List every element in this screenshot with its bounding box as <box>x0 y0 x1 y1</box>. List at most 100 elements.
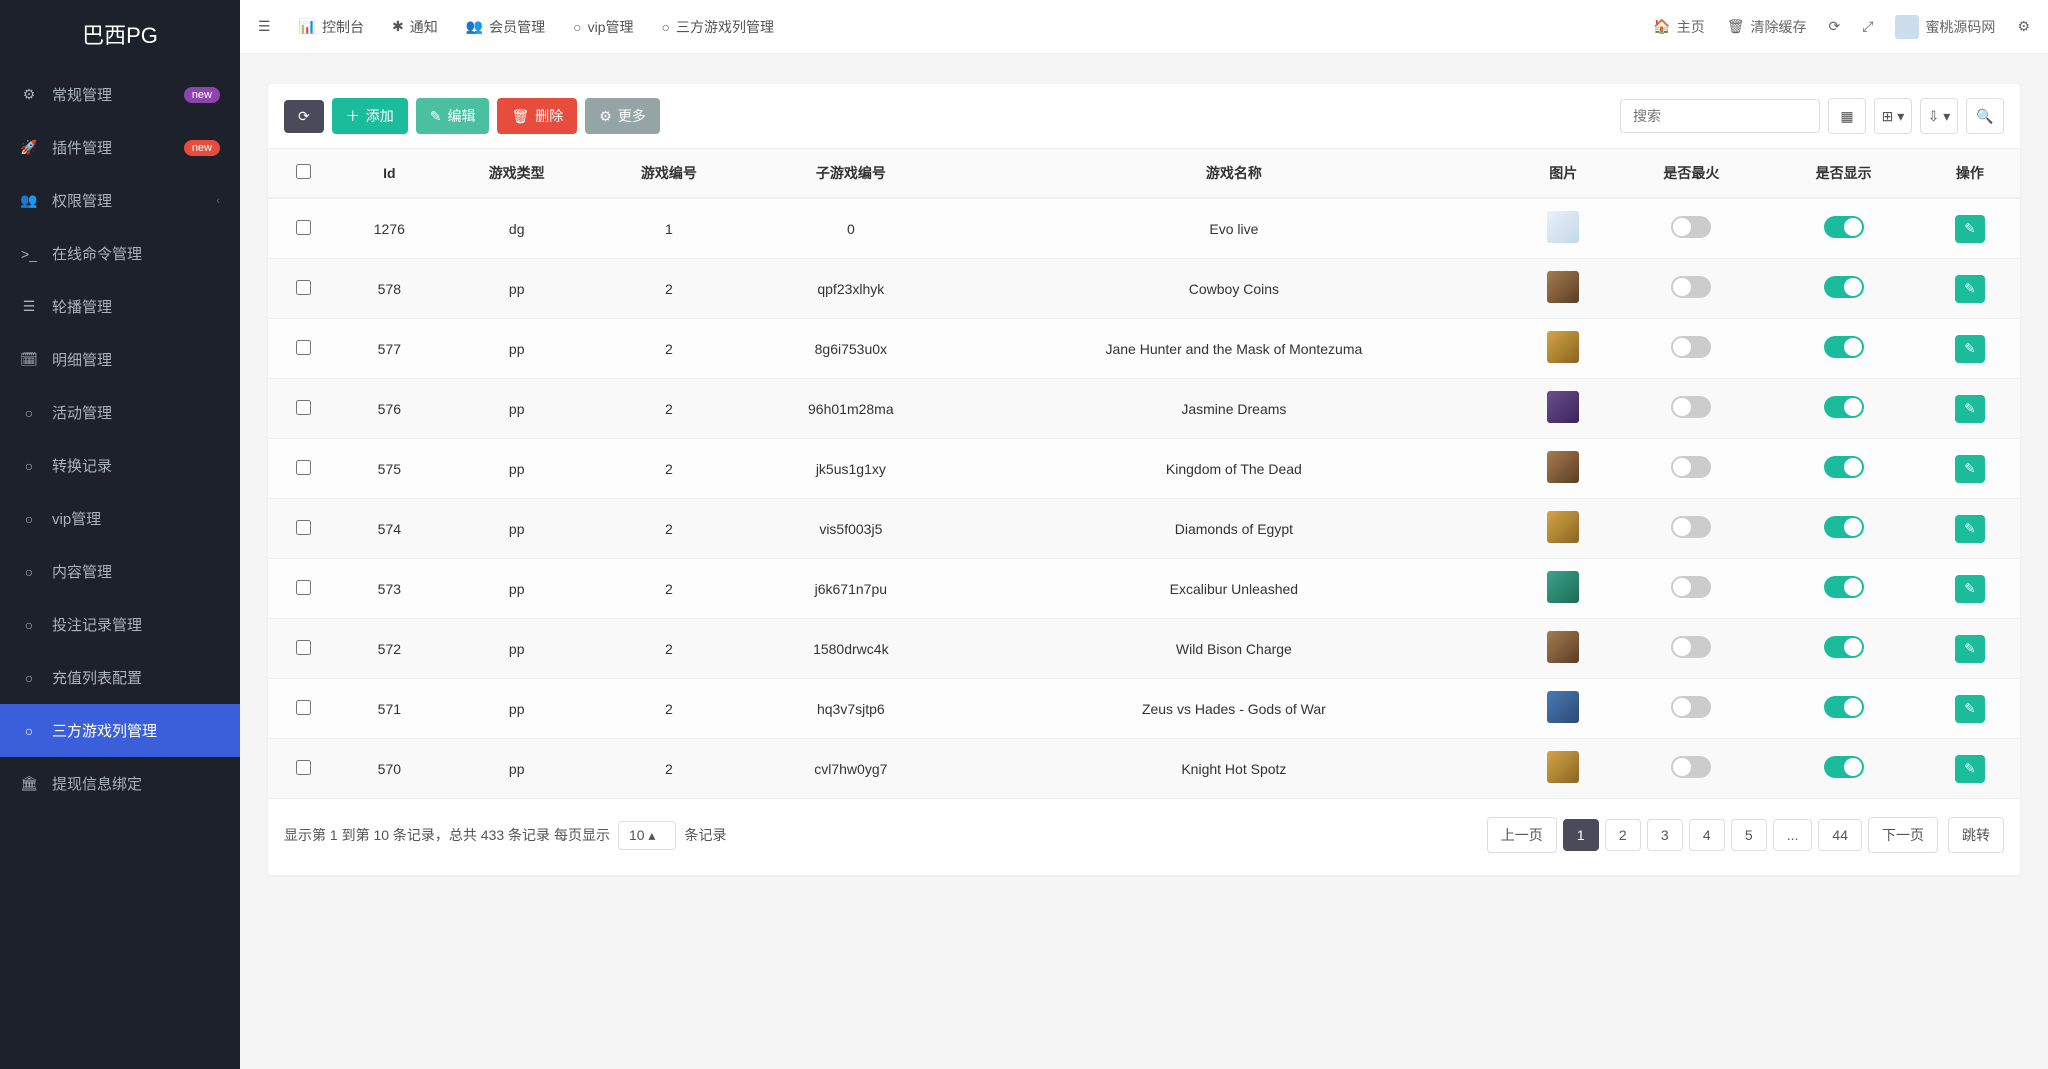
row-edit-button[interactable]: ✎ <box>1955 335 1985 363</box>
show-toggle[interactable] <box>1824 576 1864 598</box>
toolbar-icon-button[interactable]: ⊞ ▾ <box>1874 98 1912 134</box>
row-checkbox[interactable] <box>296 220 311 235</box>
sidebar-item[interactable]: 🗓明细管理 <box>0 333 240 386</box>
row-edit-button[interactable]: ✎ <box>1955 215 1985 243</box>
sidebar-item[interactable]: ○投注记录管理 <box>0 598 240 651</box>
topnav-right-item[interactable]: 🗑清除缓存 <box>1727 17 1807 37</box>
page-link[interactable]: 下一页 <box>1868 817 1938 853</box>
sidebar-item[interactable]: ☰轮播管理 <box>0 280 240 333</box>
row-checkbox[interactable] <box>296 640 311 655</box>
topnav-icon: ○ <box>662 19 670 35</box>
sidebar-item[interactable]: ⚙常规管理new <box>0 68 240 121</box>
topnav-right-item[interactable]: 🏠主页 <box>1653 17 1704 37</box>
cell-name: Knight Hot Spotz <box>957 739 1512 799</box>
show-toggle[interactable] <box>1824 696 1864 718</box>
row-checkbox[interactable] <box>296 760 311 775</box>
page-link[interactable]: 1 <box>1563 819 1599 851</box>
row-edit-button[interactable]: ✎ <box>1955 695 1985 723</box>
row-checkbox[interactable] <box>296 280 311 295</box>
refresh-button[interactable]: ⟳ <box>284 100 324 133</box>
show-toggle[interactable] <box>1824 396 1864 418</box>
page-link[interactable]: 3 <box>1647 819 1683 851</box>
hot-toggle[interactable] <box>1671 756 1711 778</box>
page-link[interactable]: 2 <box>1605 819 1641 851</box>
sidebar-item[interactable]: ○内容管理 <box>0 545 240 598</box>
cell-gnum: 2 <box>593 499 745 559</box>
topnav-right-item[interactable]: ⟳ <box>1829 17 1841 37</box>
hot-toggle[interactable] <box>1671 456 1711 478</box>
cell-name: Kingdom of The Dead <box>957 439 1512 499</box>
row-edit-button[interactable]: ✎ <box>1955 455 1985 483</box>
row-checkbox[interactable] <box>296 580 311 595</box>
show-toggle[interactable] <box>1824 756 1864 778</box>
row-checkbox[interactable] <box>296 400 311 415</box>
search-input[interactable] <box>1620 99 1820 133</box>
caret-up-icon: ▴ <box>648 827 655 843</box>
row-checkbox[interactable] <box>296 340 311 355</box>
page-link[interactable]: 5 <box>1731 819 1767 851</box>
user-menu[interactable]: 蜜桃源码网 <box>1895 15 1995 39</box>
page-size-select[interactable]: 10 ▴ <box>618 821 677 850</box>
show-toggle[interactable] <box>1824 636 1864 658</box>
settings-icon[interactable]: ⚙ <box>2017 18 2030 35</box>
nav-icon: ○ <box>20 617 38 633</box>
row-edit-button[interactable]: ✎ <box>1955 755 1985 783</box>
add-button[interactable]: ＋添加 <box>332 98 408 134</box>
sidebar-item[interactable]: ○三方游戏列管理 <box>0 704 240 757</box>
edit-button[interactable]: ✎编辑 <box>416 98 490 134</box>
row-edit-button[interactable]: ✎ <box>1955 635 1985 663</box>
hot-toggle[interactable] <box>1671 216 1711 238</box>
hot-toggle[interactable] <box>1671 336 1711 358</box>
sidebar-item[interactable]: 👥权限管理‹ <box>0 174 240 227</box>
topnav-item[interactable]: 📊控制台 <box>299 17 364 37</box>
hot-toggle[interactable] <box>1671 276 1711 298</box>
row-checkbox[interactable] <box>296 520 311 535</box>
topnav-left: ☰ 📊控制台 ✱通知 👥会员管理 ○vip管理 ○三方游戏列管理 <box>258 17 774 37</box>
toolbar-icon-button[interactable]: ▦ <box>1828 98 1866 134</box>
hot-toggle[interactable] <box>1671 576 1711 598</box>
topnav-right-item[interactable]: ⤢ <box>1862 17 1873 37</box>
nav-label: 转换记录 <box>52 455 220 476</box>
sidebar-item[interactable]: ○vip管理 <box>0 492 240 545</box>
jump-button[interactable]: 跳转 <box>1948 817 2004 853</box>
nav-label: 权限管理 <box>52 190 216 211</box>
sidebar-item[interactable]: 🚀插件管理new <box>0 121 240 174</box>
hot-toggle[interactable] <box>1671 396 1711 418</box>
hot-toggle[interactable] <box>1671 696 1711 718</box>
hot-toggle[interactable] <box>1671 516 1711 538</box>
sidebar-item[interactable]: ○活动管理 <box>0 386 240 439</box>
show-toggle[interactable] <box>1824 276 1864 298</box>
show-toggle[interactable] <box>1824 456 1864 478</box>
table-footer: 显示第 1 到第 10 条记录，总共 433 条记录 每页显示 10 ▴ 条记录… <box>268 799 2020 875</box>
toolbar-icon-button[interactable]: 🔍 <box>1966 98 2004 134</box>
more-button[interactable]: ⚙更多 <box>585 98 660 134</box>
row-edit-button[interactable]: ✎ <box>1955 575 1985 603</box>
topnav-item[interactable]: 👥会员管理 <box>466 17 545 37</box>
app-title: 巴西PG <box>0 0 240 68</box>
topnav-item[interactable]: ○三方游戏列管理 <box>662 17 774 37</box>
show-toggle[interactable] <box>1824 216 1864 238</box>
row-checkbox[interactable] <box>296 700 311 715</box>
hamburger-icon[interactable]: ☰ <box>258 18 271 35</box>
sidebar-item[interactable]: ○充值列表配置 <box>0 651 240 704</box>
show-toggle[interactable] <box>1824 516 1864 538</box>
page-link[interactable]: 上一页 <box>1487 817 1557 853</box>
show-toggle[interactable] <box>1824 336 1864 358</box>
sidebar-item[interactable]: >_在线命令管理 <box>0 227 240 280</box>
page-link[interactable]: ... <box>1773 819 1813 851</box>
delete-button[interactable]: 🗑删除 <box>497 98 577 134</box>
toolbar-icon-button[interactable]: ⇩ ▾ <box>1920 98 1958 134</box>
refresh-icon: ⟳ <box>298 108 310 125</box>
row-checkbox[interactable] <box>296 460 311 475</box>
sidebar-item[interactable]: 🏛提现信息绑定 <box>0 757 240 810</box>
row-edit-button[interactable]: ✎ <box>1955 395 1985 423</box>
hot-toggle[interactable] <box>1671 636 1711 658</box>
page-link[interactable]: 44 <box>1818 819 1862 851</box>
topnav-item[interactable]: ✱通知 <box>392 17 438 37</box>
select-all-checkbox[interactable] <box>296 164 311 179</box>
row-edit-button[interactable]: ✎ <box>1955 275 1985 303</box>
sidebar-item[interactable]: ○转换记录 <box>0 439 240 492</box>
page-link[interactable]: 4 <box>1689 819 1725 851</box>
row-edit-button[interactable]: ✎ <box>1955 515 1985 543</box>
topnav-item[interactable]: ○vip管理 <box>573 17 633 37</box>
